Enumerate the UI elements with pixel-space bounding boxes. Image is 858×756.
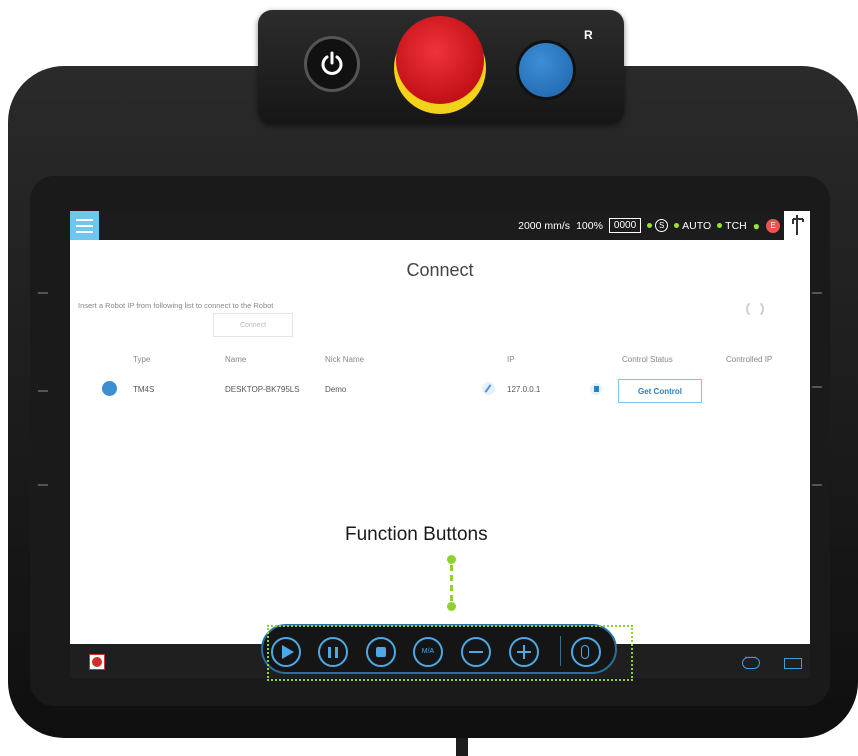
cell-name: DESKTOP-BK795LS xyxy=(225,385,300,394)
column-header-controlled-ip: Controlled IP xyxy=(726,355,773,364)
bezel-mark xyxy=(38,390,48,392)
keyboard-icon[interactable] xyxy=(784,658,802,669)
column-header-nick-name: Nick Name xyxy=(325,355,365,364)
hardware-button-module: R xyxy=(258,10,624,124)
function-buttons-annotation: Function Buttons xyxy=(345,524,488,545)
status-indicators: 2000 mm/s 100% 0000 S AUTO TCH ● E xyxy=(518,211,780,240)
refresh-icon[interactable] xyxy=(746,300,764,318)
auto-label: AUTO xyxy=(682,219,712,232)
status-dot xyxy=(647,222,653,228)
bezel-mark xyxy=(38,292,48,294)
edit-icon[interactable] xyxy=(482,382,495,395)
e-badge[interactable]: E xyxy=(766,218,780,233)
column-header-name: Name xyxy=(225,355,247,364)
tool-icon xyxy=(792,215,804,235)
page-title: Connect xyxy=(406,260,474,280)
tool-button[interactable] xyxy=(784,211,810,240)
annotation-leader-line xyxy=(450,565,453,602)
function-buttons-highlight xyxy=(267,625,633,681)
menu-icon-line xyxy=(76,225,93,227)
robot-arm-icon xyxy=(102,381,117,396)
get-control-button[interactable]: Get Control xyxy=(618,379,702,403)
bezel-mark xyxy=(38,484,48,486)
menu-icon xyxy=(76,219,93,221)
speed-percent: 100% xyxy=(576,219,603,232)
emergency-stop-button[interactable] xyxy=(396,16,484,104)
cell-ip: 127.0.0.1 xyxy=(507,385,541,394)
project-speed-box: 0000 xyxy=(608,218,642,233)
robot-stick-button[interactable] xyxy=(516,40,576,100)
bezel-mark xyxy=(812,292,822,294)
copy-icon[interactable] xyxy=(590,383,602,395)
power-button[interactable] xyxy=(304,36,360,92)
r-label: R xyxy=(584,28,593,42)
menu-icon-line xyxy=(76,231,93,233)
column-header-type: Type xyxy=(133,355,151,364)
user-icon[interactable]: ● xyxy=(753,219,760,233)
top-status-bar: 2000 mm/s 100% 0000 S AUTO TCH ● E xyxy=(70,211,810,240)
menu-button[interactable] xyxy=(70,211,99,240)
connect-hint: Insert a Robot IP from following list to… xyxy=(78,301,274,310)
s-icon: S xyxy=(655,219,669,232)
power-icon xyxy=(321,51,343,75)
speed-value: 2000 mm/s xyxy=(518,219,571,232)
error-log-icon[interactable] xyxy=(89,654,105,670)
column-header-ip: IP xyxy=(507,355,515,364)
status-dot xyxy=(717,223,723,229)
touch-screen: 2000 mm/s 100% 0000 S AUTO TCH ● E Conne… xyxy=(70,211,810,678)
tch-label: TCH xyxy=(725,219,747,232)
bezel-mark xyxy=(812,484,822,486)
connect-button[interactable]: Connect xyxy=(213,313,293,337)
annotation-dot xyxy=(447,555,456,564)
annotation-dot-bottom xyxy=(447,602,456,611)
auto-mode-indicator: AUTO xyxy=(674,220,711,232)
cell-type: TM4S xyxy=(133,385,155,394)
virtual-robot-stick-icon[interactable] xyxy=(742,655,760,669)
cell-nick-name: Demo xyxy=(325,385,347,394)
safety-indicator: S xyxy=(647,219,669,232)
bezel-mark xyxy=(812,386,822,388)
column-header-control-status: Control Status xyxy=(622,355,673,364)
tch-indicator: TCH xyxy=(717,220,747,232)
status-dot xyxy=(674,223,680,229)
